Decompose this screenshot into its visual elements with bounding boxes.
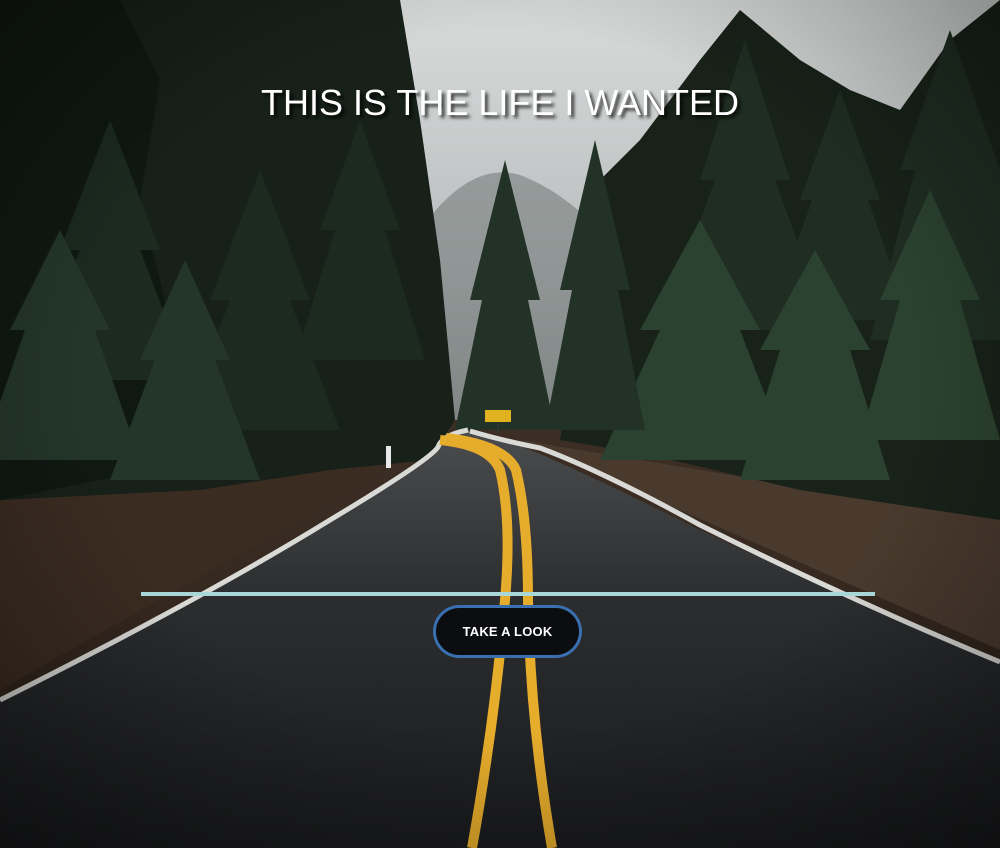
hero-title: THIS IS THE LIFE I WANTED [260,82,740,123]
hero-section: THIS IS THE LIFE I WANTED TAKE A LOOK [0,0,1000,848]
hero-divider [141,592,875,596]
take-a-look-button[interactable]: TAKE A LOOK [433,605,582,658]
forest-road-background [0,0,1000,848]
